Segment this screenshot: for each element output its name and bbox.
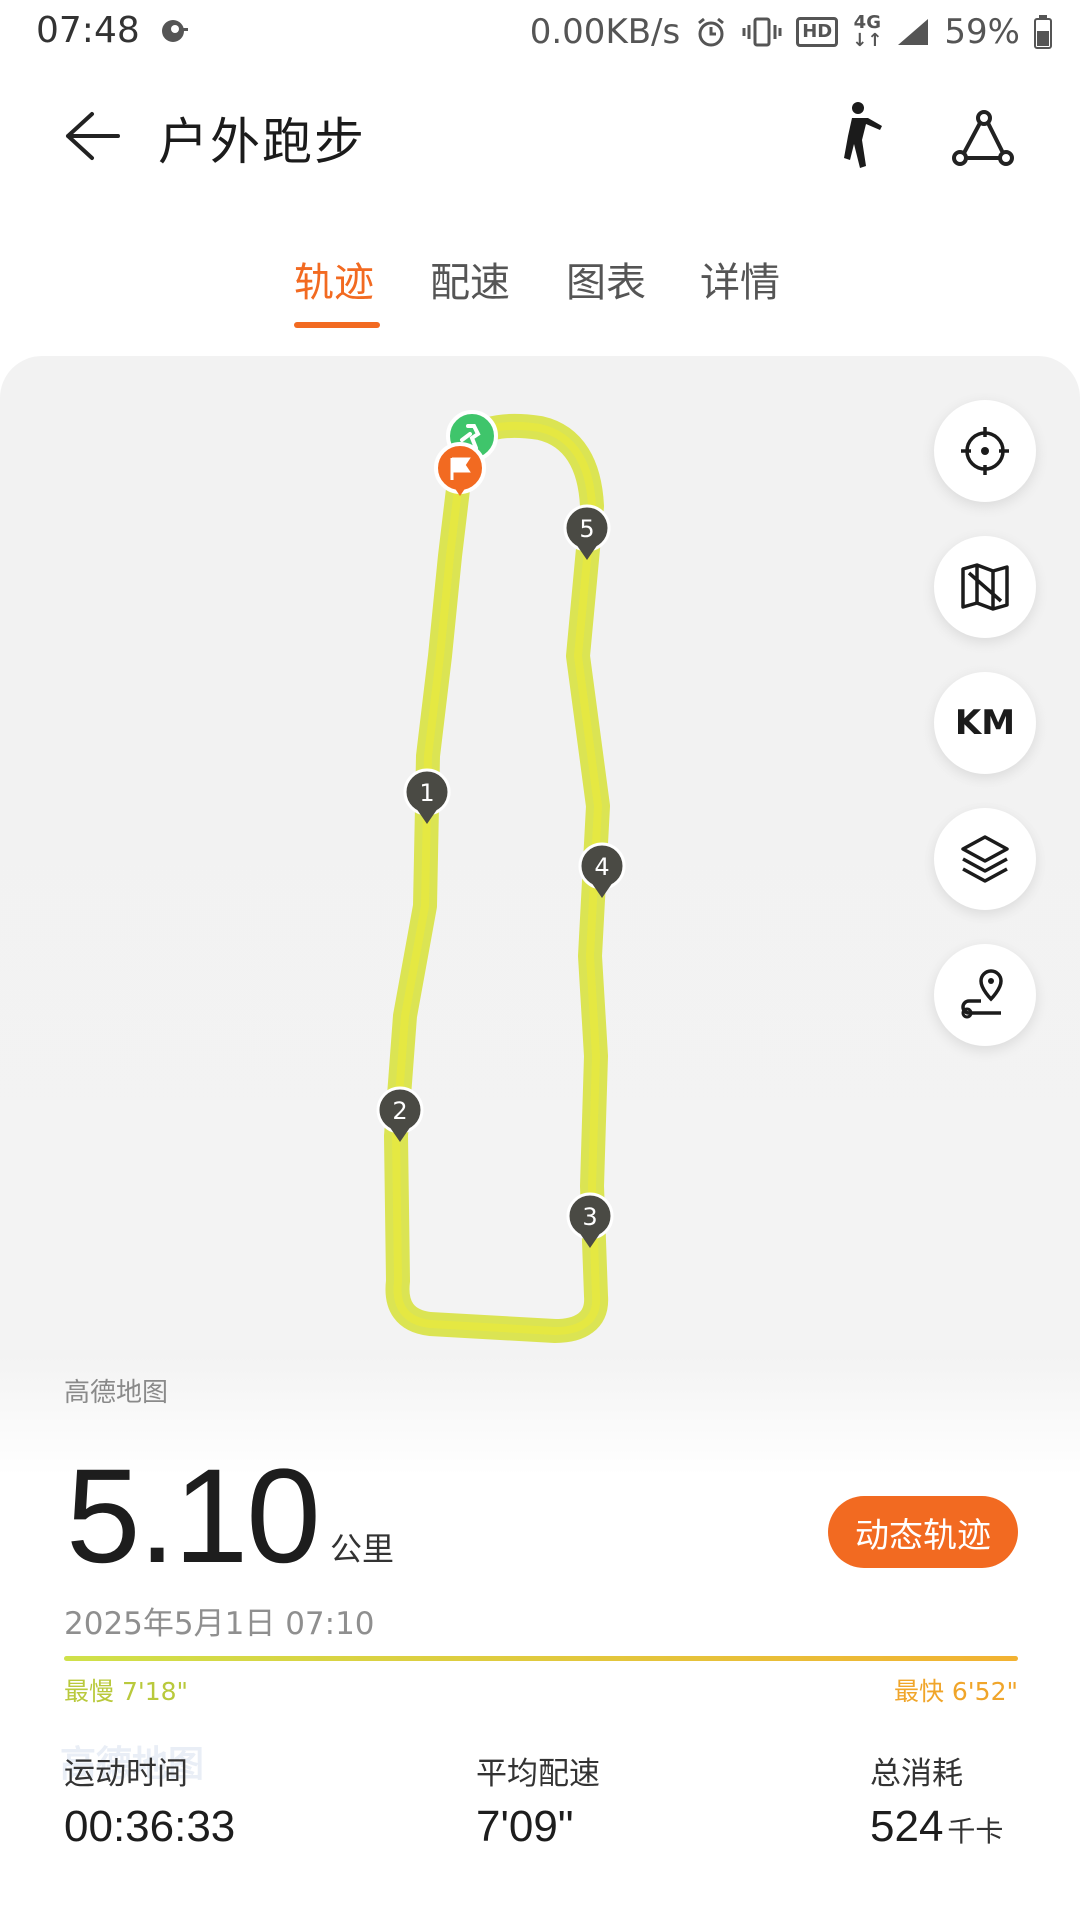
hd-badge: HD (796, 17, 839, 47)
km-marker-label: 2 (392, 1097, 407, 1125)
km-toggle-button[interactable]: KM (934, 672, 1036, 774)
km-marker-label: 1 (419, 779, 434, 807)
stat-duration-label: 运动时间 (64, 1756, 188, 1792)
runner-posture-icon[interactable] (832, 100, 888, 172)
km-marker-label: 3 (582, 1203, 597, 1231)
vibrate-icon (742, 17, 782, 47)
map-style-icon (961, 563, 1009, 611)
net-speed: 0.00KB/s (529, 12, 681, 52)
route-pin-button[interactable] (934, 944, 1036, 1046)
route-track-inner (392, 421, 602, 1335)
km-marker-label: 4 (594, 853, 609, 881)
fastest-pace: 最快 6'52" (893, 1677, 1018, 1706)
battery-icon (1034, 15, 1052, 49)
stat-calories: 524 千卡 (870, 1802, 1003, 1852)
stat-calories-unit: 千卡 (947, 1816, 1004, 1847)
tab-track[interactable]: 轨迹 (294, 250, 374, 308)
dynamic-track-button[interactable]: 动态轨迹 (828, 1496, 1018, 1568)
tab-bar: 轨迹 配速 图表 详情 (0, 250, 1080, 330)
stat-pace-label: 平均配速 (476, 1756, 600, 1792)
data-arrows-icon: ↓↑ (852, 30, 883, 51)
page-title: 户外跑步 (158, 113, 366, 171)
stat-pace-value: 7'09" (476, 1802, 574, 1851)
status-bar: 07:48 0.00KB/s HD 4G ↓↑ 59% (0, 0, 1080, 64)
locate-icon (961, 427, 1009, 475)
alarm-icon (698, 17, 725, 47)
status-right-group: 0.00KB/s HD 4G ↓↑ 59% (530, 10, 1052, 54)
stat-duration-value: 00:36:33 (64, 1802, 236, 1851)
route-pin-icon (961, 969, 1003, 1019)
km-marker-label: 5 (579, 515, 594, 543)
slowest-pace: 最慢 7'18" (64, 1677, 189, 1706)
signal-icon (898, 19, 929, 45)
status-time: 07:48 (36, 10, 140, 51)
distance-unit: 公里 (330, 1530, 395, 1568)
layers-button[interactable] (934, 808, 1036, 910)
tab-details[interactable]: 详情 (700, 250, 780, 308)
active-tab-indicator (294, 322, 380, 328)
map-source-label: 高德地图 (64, 1378, 169, 1408)
tab-pace[interactable]: 配速 (430, 250, 510, 308)
map-style-button[interactable] (934, 536, 1036, 638)
network-type: 4G ↓↑ (852, 14, 882, 50)
stat-calories-value: 524 (870, 1802, 944, 1851)
route-share-icon[interactable] (950, 108, 1016, 168)
battery-percent: 59% (944, 12, 1020, 52)
back-arrow-icon[interactable] (62, 108, 122, 164)
km-marker-5[interactable]: 5 (563, 504, 611, 560)
app-header: 户外跑步 (0, 80, 1080, 190)
stat-calories-label: 总消耗 (870, 1756, 963, 1792)
layers-icon (961, 835, 1009, 883)
music-note-icon (162, 20, 188, 42)
locate-button[interactable] (934, 400, 1036, 502)
route-map[interactable]: 1 2 3 4 5 (0, 356, 1080, 1456)
tab-chart[interactable]: 图表 (566, 250, 646, 308)
workout-date: 2025年5月1日 07:10 (64, 1606, 375, 1642)
pace-gradient-bar (64, 1656, 1018, 1661)
distance-value: 5.10 (66, 1442, 321, 1591)
